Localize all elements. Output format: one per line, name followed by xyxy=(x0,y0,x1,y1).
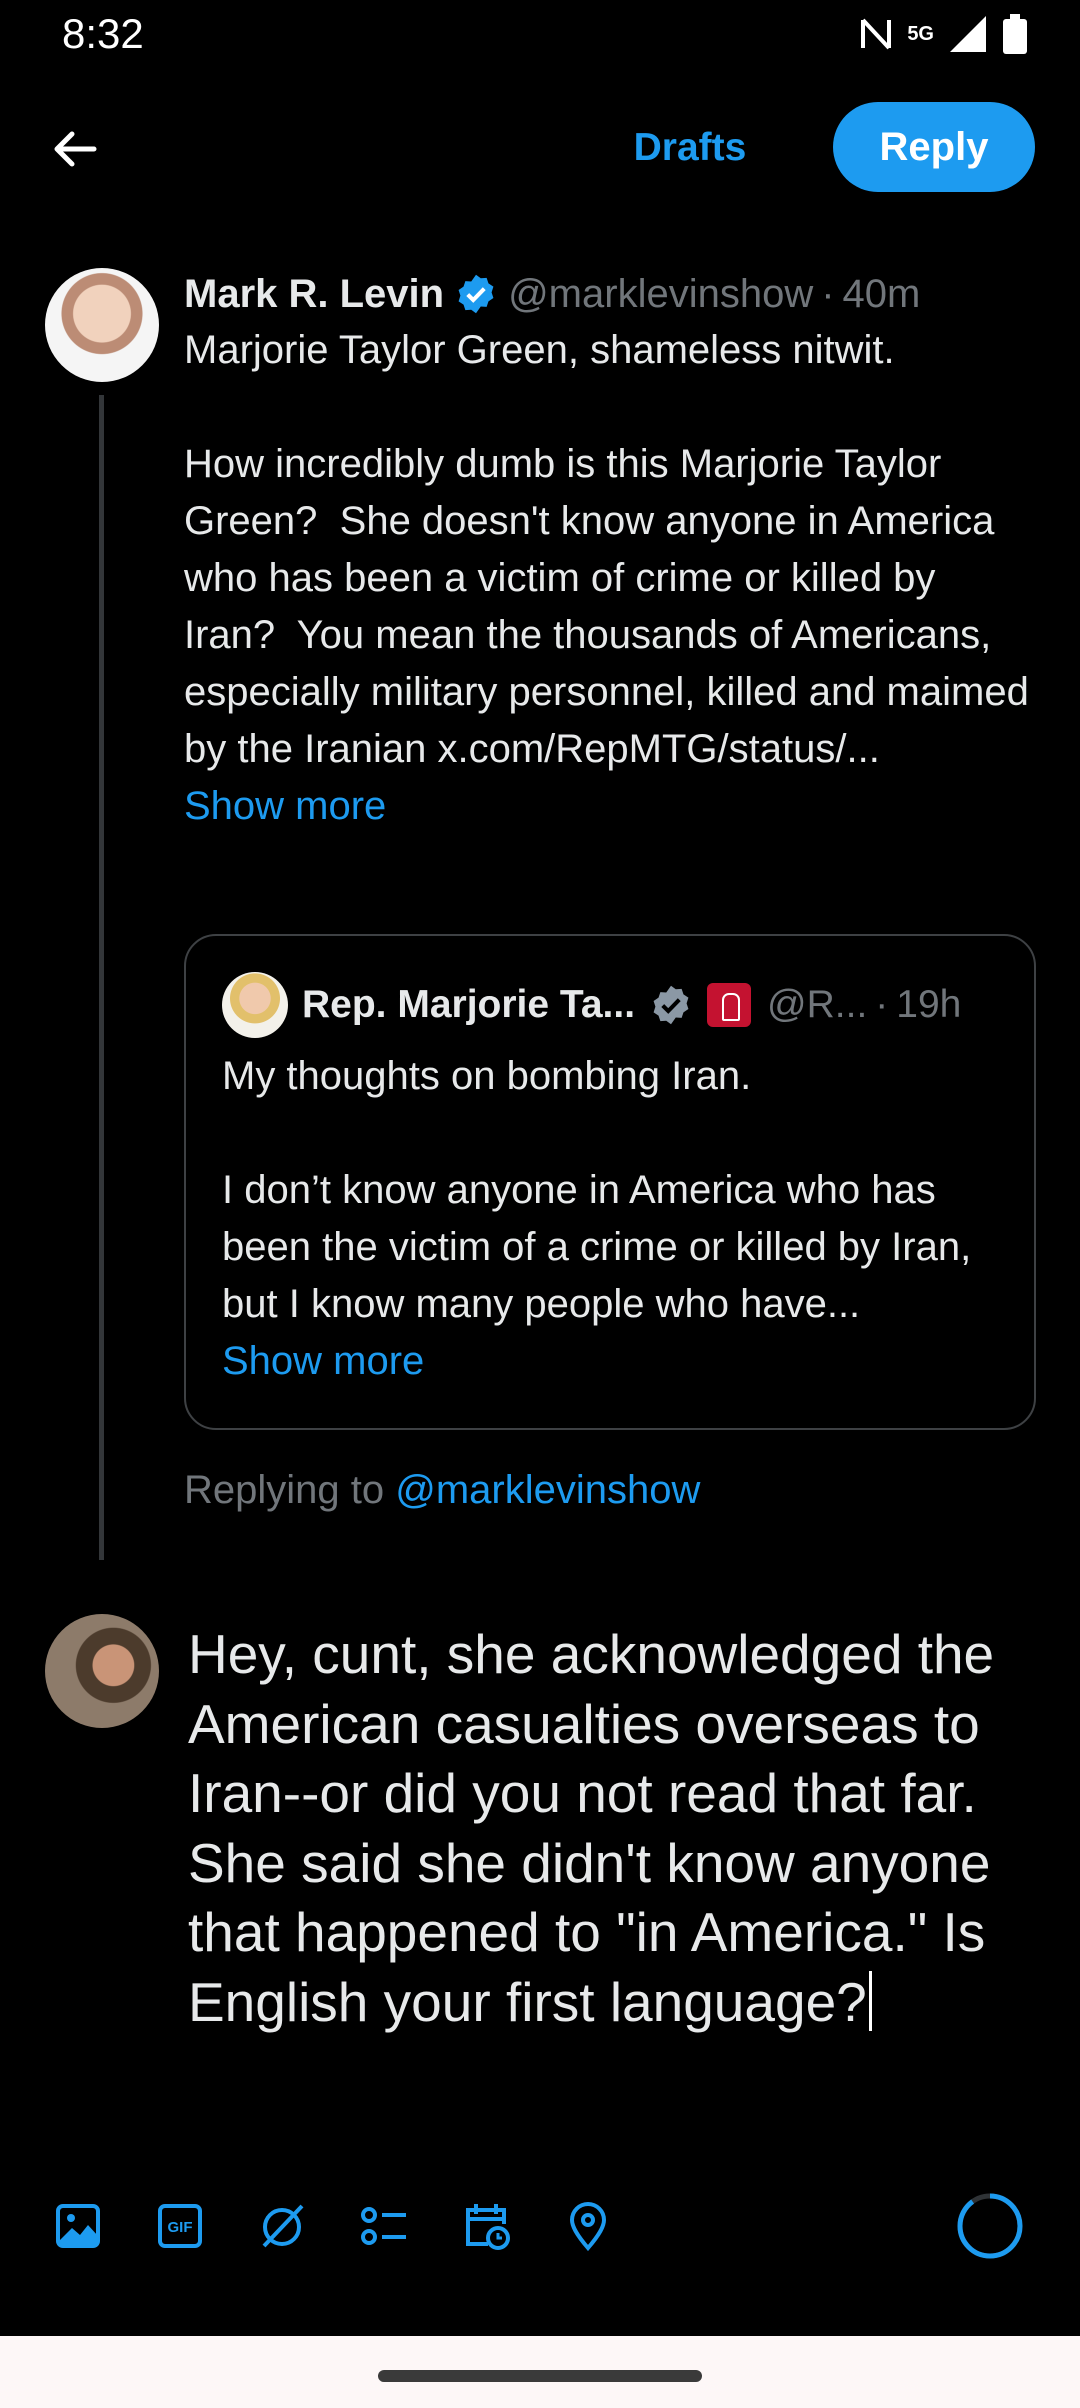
poll-icon[interactable] xyxy=(358,2200,410,2252)
nfc-icon xyxy=(861,18,892,50)
home-gesture-handle[interactable] xyxy=(378,2370,702,2382)
original-tweet: Mark R. Levin @marklevinshow · 40m Marjo… xyxy=(184,262,1034,835)
replying-to: Replying to @marklevinshow xyxy=(184,1468,700,1513)
quoted-author-avatar xyxy=(222,972,288,1038)
system-nav-bar xyxy=(0,2336,1080,2408)
text-caret xyxy=(868,1970,872,2031)
show-more-link[interactable]: Show more xyxy=(184,778,1034,835)
schedule-icon[interactable] xyxy=(460,2200,512,2252)
character-count-ring xyxy=(957,2193,1023,2259)
quoted-tweet-time: 19h xyxy=(896,983,962,1026)
network-type: 5G xyxy=(907,22,934,45)
drafts-button[interactable]: Drafts xyxy=(610,118,770,178)
quoted-tweet-text: My thoughts on bombing Iran. I don’t kno… xyxy=(222,1048,1002,1390)
arrow-left-icon xyxy=(54,131,97,167)
svg-text:GIF: GIF xyxy=(168,2219,193,2236)
image-icon[interactable] xyxy=(52,2200,104,2252)
location-icon[interactable] xyxy=(562,2200,614,2252)
tweet-time: 40m xyxy=(842,271,921,316)
user-avatar[interactable] xyxy=(45,1614,159,1728)
separator-dot: · xyxy=(875,983,889,1026)
compose-header: Drafts Reply xyxy=(0,96,1080,200)
replying-to-mention[interactable]: @marklevinshow xyxy=(395,1468,700,1512)
reply-text: Hey, cunt, she acknowledged the American… xyxy=(188,1623,1007,2033)
reply-button[interactable]: Reply xyxy=(833,102,1035,192)
quoted-author-handle: @R... xyxy=(767,983,868,1026)
author-avatar[interactable] xyxy=(45,268,159,382)
author-handle[interactable]: @marklevinshow xyxy=(508,272,813,317)
tweet-header: Mark R. Levin @marklevinshow · 40m xyxy=(184,262,1034,326)
gif-icon[interactable]: GIF xyxy=(154,2200,206,2252)
compose-toolbar: GIF xyxy=(0,2186,1080,2270)
quoted-show-more-link[interactable]: Show more xyxy=(222,1339,424,1383)
reply-compose-input[interactable]: Hey, cunt, she acknowledged the American… xyxy=(188,1620,1048,2037)
quoted-author-name: Rep. Marjorie Ta... xyxy=(302,983,636,1026)
status-time: 8:32 xyxy=(62,10,144,57)
quoted-tweet-body: My thoughts on bombing Iran. I don’t kno… xyxy=(222,1054,972,1326)
signal-icon xyxy=(950,16,986,52)
verified-badge-icon xyxy=(653,985,689,1025)
grok-icon[interactable] xyxy=(256,2200,308,2252)
status-icons: 5G xyxy=(859,14,1028,54)
government-affiliation-icon xyxy=(707,983,752,1027)
quoted-tweet[interactable]: Rep. Marjorie Ta... @R... · 19h My thoug… xyxy=(184,934,1036,1430)
tweet-text: Marjorie Taylor Green, shameless nitwit.… xyxy=(184,328,1029,771)
verified-badge-icon xyxy=(458,274,494,314)
author-name[interactable]: Mark R. Levin xyxy=(184,272,444,317)
status-bar: 8:32 5G xyxy=(0,0,1080,72)
quoted-tweet-header: Rep. Marjorie Ta... @R... · 19h xyxy=(222,970,961,1040)
battery-icon xyxy=(1003,14,1027,54)
replying-to-prefix: Replying to xyxy=(184,1468,396,1512)
separator-dot: · xyxy=(821,271,835,316)
back-button[interactable] xyxy=(48,122,102,176)
thread-line xyxy=(99,395,104,1560)
